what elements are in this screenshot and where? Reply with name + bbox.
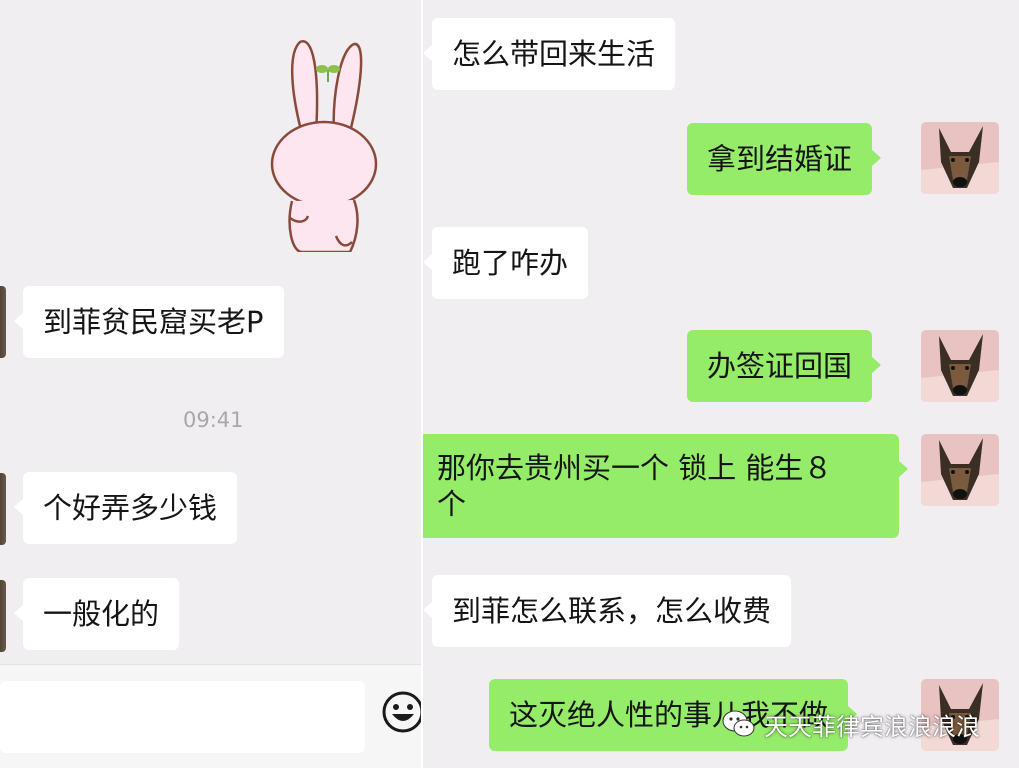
- message-text: 办签证回国: [707, 349, 853, 383]
- avatar[interactable]: [0, 473, 6, 545]
- avatar[interactable]: [0, 580, 6, 652]
- right-chat-panel: 怎么带回来生活 拿到结婚证 跑了咋办 办签证回国 那你去贵州买一个 锁上 能生８…: [423, 0, 1019, 768]
- message-bubble[interactable]: 怎么带回来生活: [423, 18, 676, 90]
- message-bubble[interactable]: 到菲怎么联系，怎么收费: [423, 575, 792, 647]
- input-bar: [0, 664, 421, 768]
- message-bubble[interactable]: 跑了咋办: [423, 227, 589, 299]
- message-bubble[interactable]: 那你去贵州买一个 锁上 能生８ 个: [423, 434, 908, 538]
- message-text: 到菲贫民窟买老P: [43, 305, 264, 339]
- left-chat-panel: 到菲贫民窟买老P 09:41 个好弄多少钱 一般化的: [0, 0, 421, 768]
- message-bubble[interactable]: 拿到结婚证: [687, 123, 882, 195]
- avatar[interactable]: [0, 286, 6, 358]
- message-input[interactable]: [0, 681, 365, 753]
- message-text: 个: [437, 487, 467, 521]
- message-text: 那你去贵州买一个 锁上 能生８: [437, 451, 833, 485]
- message-text: 拿到结婚证: [707, 142, 853, 176]
- message-text: 一般化的: [43, 597, 160, 631]
- dog-avatar-icon[interactable]: [921, 330, 999, 402]
- wechat-logo-icon: [722, 710, 755, 737]
- watermark: 天天菲律宾浪浪浪浪: [722, 704, 980, 744]
- message-bubble[interactable]: 一般化的: [13, 578, 180, 650]
- message-bubble[interactable]: 办签证回国: [687, 330, 882, 402]
- message-bubble[interactable]: 到菲贫民窟买老P: [14, 286, 284, 358]
- message-text: 个好弄多少钱: [43, 491, 218, 525]
- message-text: 到菲怎么联系，怎么收费: [452, 594, 772, 628]
- message-text: 跑了咋办: [452, 246, 569, 280]
- bunny-sticker-icon: [262, 36, 380, 256]
- message-timestamp: 09:41: [183, 408, 244, 432]
- message-bubble[interactable]: 个好弄多少钱: [13, 472, 238, 544]
- dog-avatar-icon[interactable]: [921, 434, 999, 506]
- dog-avatar-icon[interactable]: [921, 122, 999, 194]
- emoji-icon[interactable]: [381, 690, 421, 738]
- watermark-text: 天天菲律宾浪浪浪浪: [764, 712, 980, 741]
- message-text: 怎么带回来生活: [452, 37, 656, 71]
